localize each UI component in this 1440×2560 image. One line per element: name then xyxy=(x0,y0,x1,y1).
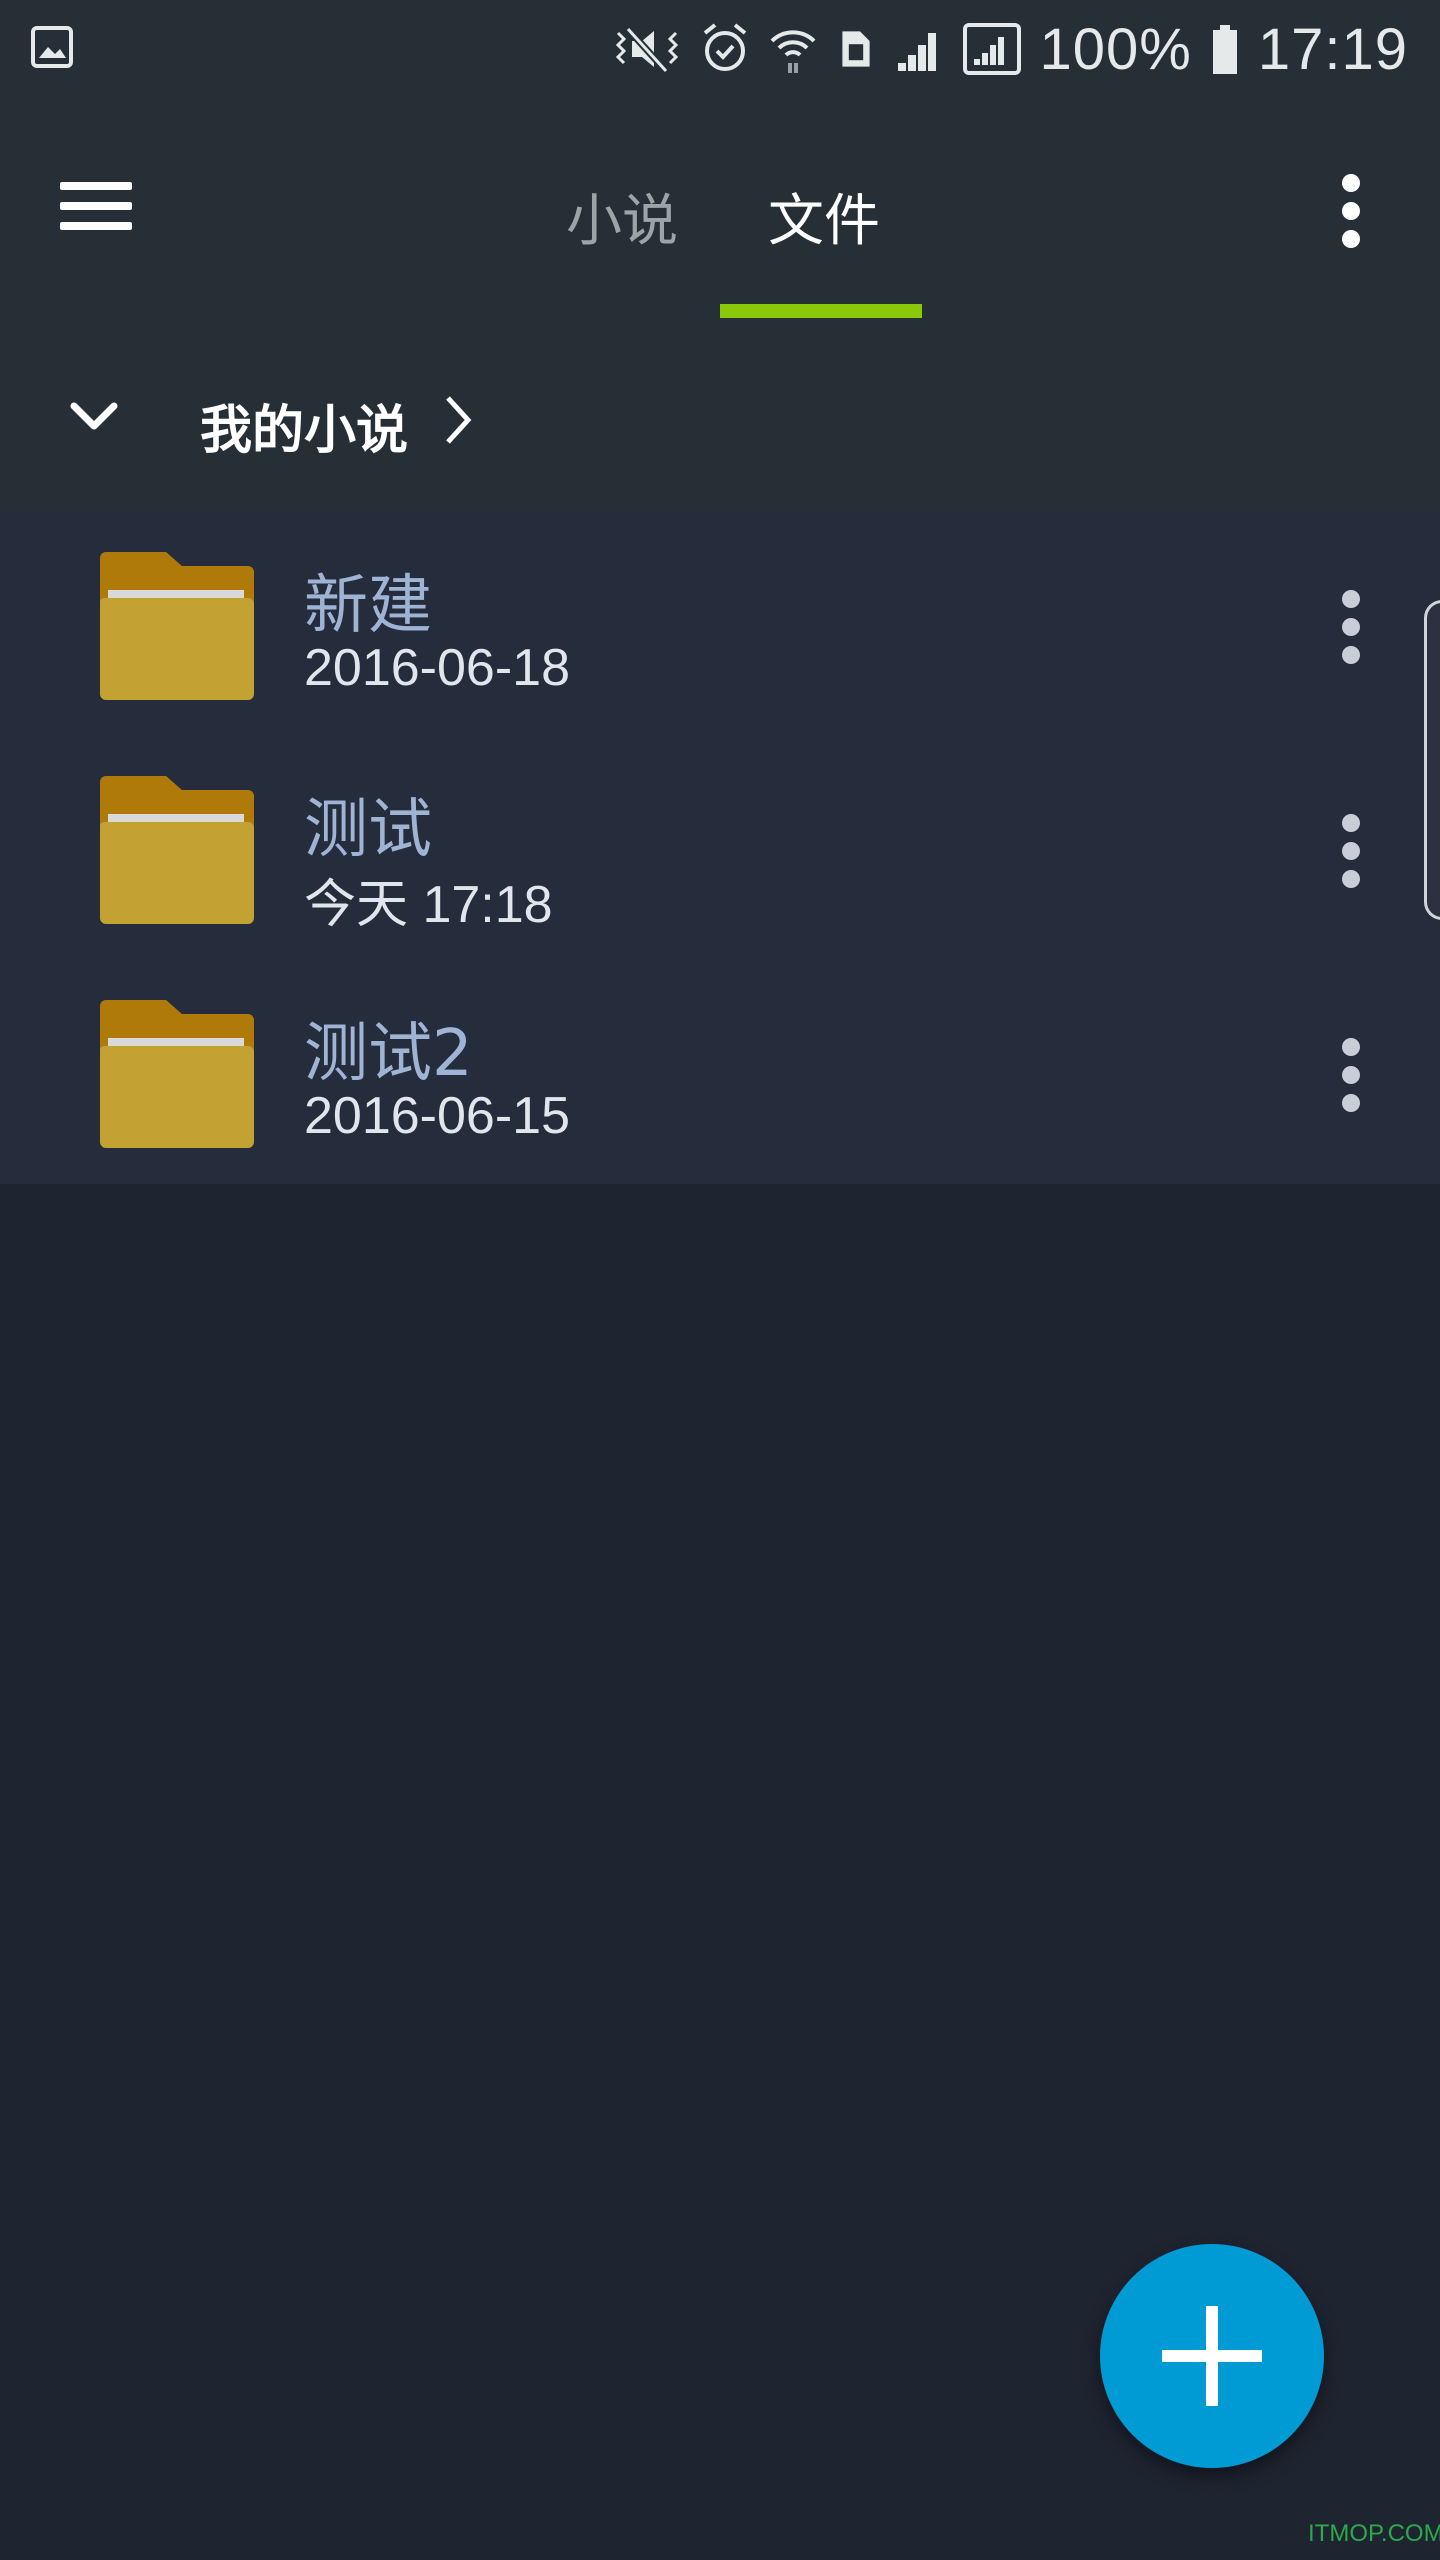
more-options-icon[interactable] xyxy=(1330,1036,1374,1112)
breadcrumb-title[interactable]: 我的小说 xyxy=(200,388,408,463)
file-name: 测试 xyxy=(304,793,432,867)
more-options-icon[interactable] xyxy=(1330,812,1374,888)
file-date: 2016-06-18 xyxy=(304,639,570,697)
file-name: 新建 xyxy=(304,569,432,643)
alarm-icon xyxy=(703,23,746,71)
overflow-menu-icon[interactable] xyxy=(1330,172,1374,248)
sim-icon xyxy=(841,31,870,67)
folder-icon xyxy=(100,552,254,700)
more-options-icon[interactable] xyxy=(1330,588,1374,664)
chevron-down-icon[interactable] xyxy=(64,386,124,446)
watermark: ITMOP.COM xyxy=(1308,2520,1440,2547)
gallery-notification-icon xyxy=(31,26,73,68)
vibrate-mute-icon xyxy=(615,26,678,74)
chevron-right-icon xyxy=(446,396,472,444)
signal-icon xyxy=(897,33,936,71)
tab-novel[interactable]: 小说 xyxy=(566,176,678,257)
clock: 17:19 xyxy=(1257,16,1408,82)
app-bar: 小说 文件 xyxy=(0,98,1440,318)
screen: 100% 17:19 小说 文件 我的小说 新建 2016-06-18 测试 今… xyxy=(0,0,1440,2560)
wifi-icon xyxy=(770,30,815,73)
file-list: 新建 2016-06-18 测试 今天 17:18 测试2 2016-06-15 xyxy=(0,512,1440,1184)
status-bar: 100% 17:19 xyxy=(0,0,1440,98)
scroll-handle[interactable] xyxy=(1424,600,1440,920)
list-item[interactable]: 测试 今天 17:18 xyxy=(0,736,1440,960)
breadcrumb: 我的小说 xyxy=(0,318,1440,512)
status-icons: 100% 17:19 xyxy=(612,14,1409,84)
list-item[interactable]: 测试2 2016-06-15 xyxy=(0,960,1440,1184)
hamburger-menu-icon[interactable] xyxy=(50,168,140,238)
folder-icon xyxy=(100,776,254,924)
add-button[interactable] xyxy=(1100,2244,1324,2468)
signal-boxed-icon xyxy=(962,23,1021,75)
tab-files[interactable]: 文件 xyxy=(768,176,880,257)
file-name: 测试2 xyxy=(304,1017,473,1091)
list-item[interactable]: 新建 2016-06-18 xyxy=(0,512,1440,736)
tab-indicator xyxy=(720,304,922,318)
file-date: 2016-06-15 xyxy=(304,1087,570,1145)
battery-percent: 100% xyxy=(1039,16,1192,82)
folder-icon xyxy=(100,1000,254,1148)
file-date: 今天 17:18 xyxy=(304,876,553,934)
battery-icon xyxy=(1212,25,1237,74)
